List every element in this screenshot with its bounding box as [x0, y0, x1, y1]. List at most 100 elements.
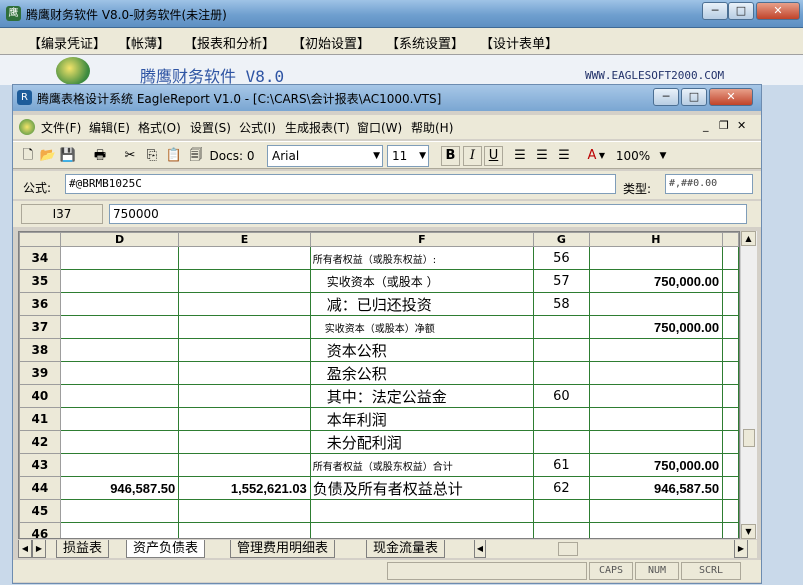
- formula-input[interactable]: #@BRMB1025C: [65, 174, 616, 194]
- row-header[interactable]: 46: [19, 522, 61, 538]
- menu-initial-settings[interactable]: 【初始设置】: [292, 33, 370, 52]
- vertical-scrollbar[interactable]: ▲ ▼: [740, 231, 757, 539]
- cell-g[interactable]: 58: [533, 292, 590, 316]
- menu-reports[interactable]: 【报表和分析】: [184, 33, 275, 52]
- cell-g[interactable]: 57: [533, 269, 590, 293]
- row-header[interactable]: 35: [19, 269, 61, 293]
- cell-e[interactable]: [178, 499, 311, 523]
- menu-generate-report[interactable]: 生成报表(T): [285, 119, 350, 136]
- cell-f[interactable]: 其中：法定公益金: [309, 384, 535, 408]
- row-header[interactable]: 43: [19, 453, 61, 477]
- underline-button[interactable]: U: [484, 146, 503, 166]
- cell-e[interactable]: 1,552,621.03: [178, 476, 311, 500]
- cell-d[interactable]: [59, 522, 180, 538]
- row-header[interactable]: 34: [19, 246, 61, 270]
- cell-next[interactable]: [722, 246, 739, 270]
- cell-f[interactable]: 减：已归还投资: [309, 292, 535, 316]
- save-icon[interactable]: 💾: [59, 147, 77, 165]
- column-header-f[interactable]: F: [309, 232, 535, 247]
- mdi-restore-icon[interactable]: ❐: [719, 119, 729, 132]
- cut-icon[interactable]: ✂: [121, 147, 139, 165]
- cell-d[interactable]: [59, 499, 180, 523]
- cell-f[interactable]: 本年利润: [309, 407, 535, 431]
- cell-next[interactable]: [722, 315, 739, 339]
- row-header[interactable]: 36: [19, 292, 61, 316]
- cell-h[interactable]: 750,000.00: [588, 453, 724, 477]
- cell-d[interactable]: [59, 407, 180, 431]
- cell-g[interactable]: [533, 315, 590, 339]
- cell-next[interactable]: [722, 499, 739, 523]
- cell-d[interactable]: [59, 384, 180, 408]
- column-header-next[interactable]: [722, 232, 739, 247]
- cell-g[interactable]: [533, 430, 590, 454]
- cell-g[interactable]: [533, 338, 590, 362]
- cell-e[interactable]: [178, 315, 311, 339]
- cell-d[interactable]: [59, 453, 180, 477]
- cell-next[interactable]: [722, 476, 739, 500]
- cell-f[interactable]: 负债及所有者权益总计: [309, 476, 535, 500]
- bold-button[interactable]: B: [441, 146, 460, 166]
- row-header[interactable]: 44: [19, 476, 61, 500]
- cell-next[interactable]: [722, 361, 739, 385]
- copy-icon[interactable]: ⎘: [143, 147, 161, 165]
- cell-next[interactable]: [722, 292, 739, 316]
- cell-e[interactable]: [178, 453, 311, 477]
- menu-settings[interactable]: 设置(S): [190, 119, 231, 136]
- cell-h[interactable]: [588, 292, 724, 316]
- outer-minimize-button[interactable]: ─: [702, 2, 728, 20]
- inner-close-button[interactable]: ✕: [709, 88, 753, 106]
- hscroll-left-icon[interactable]: ◀: [474, 540, 486, 558]
- tab-income-statement[interactable]: 损益表: [56, 540, 110, 558]
- tab-admin-expense[interactable]: 管理费用明细表: [230, 540, 336, 558]
- menu-formula[interactable]: 公式(I): [239, 119, 276, 136]
- chevron-down-icon[interactable]: ▼: [657, 147, 669, 165]
- font-family-select[interactable]: Arial ▼: [267, 145, 383, 167]
- cell-g[interactable]: [533, 499, 590, 523]
- cell-e[interactable]: [178, 407, 311, 431]
- cell-f[interactable]: [309, 499, 535, 523]
- cell-e[interactable]: [178, 269, 311, 293]
- cell-d[interactable]: [59, 430, 180, 454]
- cell-e[interactable]: [178, 384, 311, 408]
- cell-g[interactable]: [533, 361, 590, 385]
- cell-h[interactable]: [588, 499, 724, 523]
- row-header[interactable]: 37: [19, 315, 61, 339]
- align-right-icon[interactable]: ☰: [555, 147, 573, 165]
- hscroll-right-icon[interactable]: ▶: [734, 540, 748, 558]
- italic-button[interactable]: I: [463, 146, 482, 166]
- cell-g[interactable]: 60: [533, 384, 590, 408]
- cell-h[interactable]: 750,000.00: [588, 269, 724, 293]
- cell-f[interactable]: 资本公积: [309, 338, 535, 362]
- menu-help[interactable]: 帮助(H): [411, 119, 453, 136]
- menu-ledger[interactable]: 【帐薄】: [118, 33, 170, 52]
- cell-g[interactable]: 62: [533, 476, 590, 500]
- cell-reference[interactable]: I37: [21, 204, 103, 224]
- cell-e[interactable]: [178, 246, 311, 270]
- cell-next[interactable]: [722, 430, 739, 454]
- tab-next-icon[interactable]: ▶: [32, 540, 46, 558]
- cell-f[interactable]: 实收资本（或股本）净额: [309, 315, 535, 339]
- cell-d[interactable]: 946,587.50: [59, 476, 180, 500]
- cell-d[interactable]: [59, 292, 180, 316]
- spreadsheet-grid[interactable]: D E F G H 34 所有者权益（或股东权益）: 56 35 实收资本（或股本 ） 5…: [18, 231, 740, 539]
- row-header[interactable]: 40: [19, 384, 61, 408]
- cell-e[interactable]: [178, 522, 311, 538]
- cell-g[interactable]: [533, 407, 590, 431]
- mdi-minimize-icon[interactable]: _: [703, 119, 709, 132]
- inner-maximize-button[interactable]: □: [681, 88, 707, 106]
- cell-next[interactable]: [722, 522, 739, 538]
- cell-d[interactable]: [59, 246, 180, 270]
- row-header[interactable]: 38: [19, 338, 61, 362]
- menu-design-forms[interactable]: 【设计表单】: [480, 33, 558, 52]
- chevron-down-icon[interactable]: ▼: [597, 147, 607, 165]
- font-size-select[interactable]: 11 ▼: [387, 145, 429, 167]
- column-header-e[interactable]: E: [178, 232, 311, 247]
- menu-voucher[interactable]: 【编录凭证】: [28, 33, 106, 52]
- paste-icon[interactable]: 📋: [165, 147, 183, 165]
- tab-balance-sheet[interactable]: 资产负债表: [126, 540, 206, 558]
- document-eagle-icon[interactable]: [19, 119, 35, 135]
- cell-next[interactable]: [722, 384, 739, 408]
- docs-icon[interactable]: 🗐: [187, 147, 205, 165]
- cell-next[interactable]: [722, 338, 739, 362]
- cell-h[interactable]: 750,000.00: [588, 315, 724, 339]
